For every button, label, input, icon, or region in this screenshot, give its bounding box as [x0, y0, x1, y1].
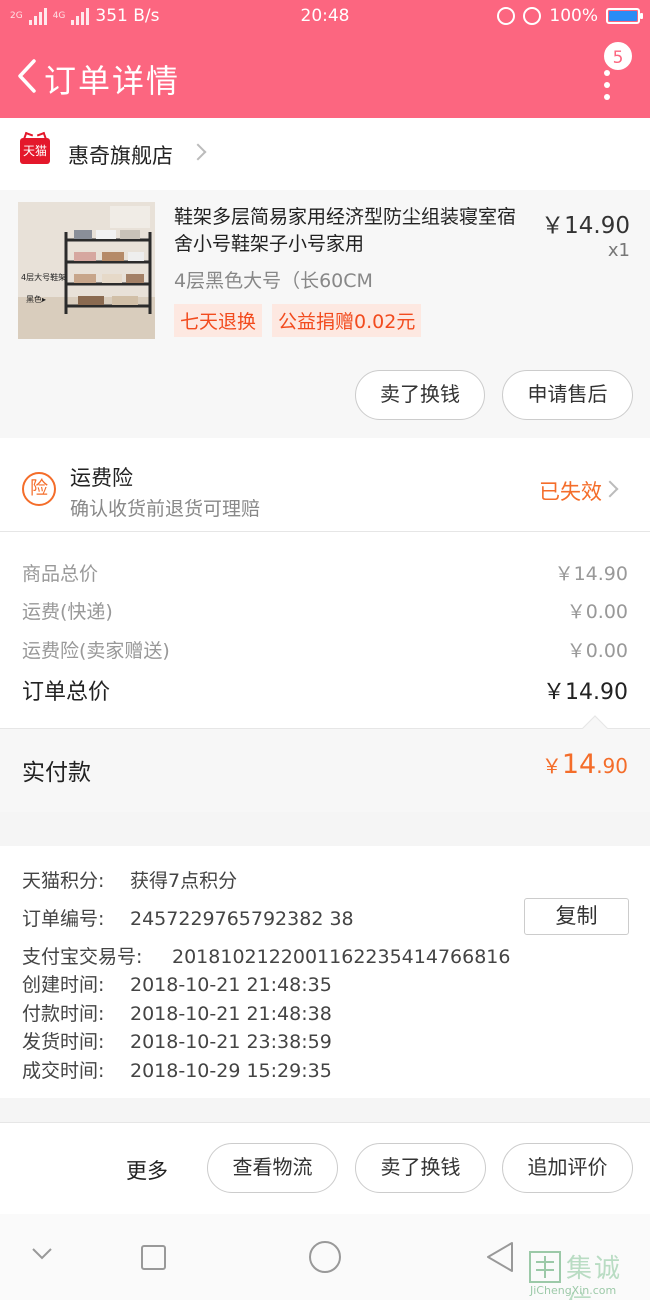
info-value: 获得7点积分: [130, 870, 238, 892]
summary-label: 商品总价: [22, 563, 99, 585]
summary-value: ￥0.00: [566, 640, 628, 662]
copy-button[interactable]: 复制: [524, 898, 629, 935]
info-value: 2018-10-21 21:48:38: [130, 1003, 332, 1025]
info-label: 天猫积分:: [22, 870, 105, 892]
currency-symbol: ￥: [541, 754, 562, 778]
info-label: 订单编号:: [22, 908, 105, 930]
amount-decimal: .90: [596, 754, 628, 778]
info-row-points: 天猫积分: 获得7点积分: [22, 866, 237, 893]
actual-payment-amount: ￥14.90: [542, 749, 628, 780]
tag-return-policy: 七天退换: [174, 304, 263, 337]
info-label: 创建时间:: [22, 974, 105, 996]
summary-row-shipping: 运费(快递) ￥0.00: [22, 597, 628, 624]
info-label: 成交时间:: [22, 1060, 105, 1082]
sell-for-cash-button[interactable]: 卖了换钱: [355, 370, 485, 420]
insurance-status: 已失效: [539, 480, 602, 504]
rotation-lock-icon: [497, 7, 516, 25]
shoe-rack-image: [18, 202, 155, 339]
home-icon[interactable]: [308, 1240, 342, 1274]
status-right: 100%: [497, 6, 643, 26]
notification-badge[interactable]: 5: [602, 40, 634, 72]
summary-row-insurance: 运费险(卖家赠送) ￥0.00: [22, 636, 628, 663]
store-name: 惠奇旗舰店: [68, 144, 173, 168]
info-value: 2018-10-29 15:29:35: [130, 1060, 332, 1082]
insurance-title: 运费险: [70, 466, 133, 490]
after-sales-button[interactable]: 申请售后: [502, 370, 633, 420]
recent-apps-icon[interactable]: [140, 1244, 167, 1271]
watermark-logo: [529, 1251, 561, 1283]
product-tags: 七天退换 公益捐赠0.02元: [174, 304, 422, 337]
store-row[interactable]: 天猫 惠奇旗舰店: [0, 118, 650, 190]
watermark: 集诚信 JiChengXin.com: [528, 1248, 644, 1300]
info-value: 2018102122001162235414766816: [172, 946, 511, 968]
info-row-shipped: 发货时间: 2018-10-21 23:38:59: [22, 1027, 332, 1054]
status-bar: 2G 4G 351 B/s 20:48 100%: [0, 0, 650, 34]
order-info: 天猫积分: 获得7点积分 订单编号: 2457229765792382 38 复制 …: [0, 846, 650, 1098]
info-row-paid: 付款时间: 2018-10-21 21:48:38: [22, 999, 332, 1026]
battery-percent: 100%: [549, 6, 598, 26]
thumbnail-caption: 4层大号鞋架: [21, 273, 67, 282]
alarm-clock-icon: [523, 7, 542, 25]
info-row-closed: 成交时间: 2018-10-29 15:29:35: [22, 1056, 332, 1083]
info-label: 支付宝交易号:: [22, 946, 143, 968]
product-price: ￥14.90: [541, 213, 630, 239]
info-row-alipay: 支付宝交易号: 2018102122001162235414766816: [22, 942, 510, 969]
price-summary: 商品总价 ￥14.90 运费(快递) ￥0.00 运费险(卖家赠送) ￥0.00…: [0, 532, 650, 728]
actual-payment-label: 实付款: [22, 760, 91, 786]
app-header: 2G 4G 351 B/s 20:48 100% 订单详情 5: [0, 0, 650, 118]
summary-label: 运费(快递): [22, 601, 113, 623]
order-total-label: 订单总价: [22, 680, 111, 705]
info-value: 2018-10-21 21:48:35: [130, 974, 332, 996]
page-title: 订单详情: [44, 62, 181, 100]
insurance-subtitle: 确认收货前退货可理赔: [70, 498, 261, 520]
info-row-created: 创建时间: 2018-10-21 21:48:35: [22, 970, 332, 997]
collapse-chevron-icon[interactable]: [30, 1246, 54, 1262]
chevron-right-icon: [189, 143, 207, 161]
product-sku: 4层黑色大号（长60CM: [174, 270, 373, 292]
summary-label: 运费险(卖家赠送): [22, 640, 170, 662]
tag-charity: 公益捐赠0.02元: [272, 304, 422, 337]
info-value: 2018-10-21 23:38:59: [130, 1031, 332, 1053]
more-menu-icon[interactable]: [600, 70, 614, 100]
product-title: 鞋架多层简易家用经济型防尘组装寝室宿舍小号鞋架子小号家用: [174, 206, 517, 255]
summary-row-goods: 商品总价 ￥14.90: [22, 559, 628, 586]
product-thumbnail: 4层大号鞋架 黑色▸: [18, 202, 155, 339]
tmall-logo: 天猫: [20, 138, 50, 164]
order-number-value: 2457229765792382 38: [130, 908, 354, 930]
bottom-action-bar: 更多 查看物流 卖了换钱 追加评价: [0, 1122, 650, 1214]
summary-value: ￥14.90: [554, 563, 628, 585]
info-row-order-number: 订单编号: 2457229765792382 38: [22, 904, 354, 931]
insurance-icon: 险: [22, 472, 56, 506]
view-logistics-button[interactable]: 查看物流: [207, 1143, 338, 1193]
amount-integer: 14: [561, 749, 597, 780]
thumbnail-caption: 黑色▸: [26, 295, 47, 304]
sell-for-cash-button[interactable]: 卖了换钱: [355, 1143, 486, 1193]
product-card[interactable]: 4层大号鞋架 黑色▸ 鞋架多层简易家用经济型防尘组装寝室宿舍小号鞋架子小号家用 …: [0, 190, 650, 438]
order-total-value: ￥14.90: [543, 680, 628, 705]
more-button[interactable]: 更多: [126, 1155, 168, 1185]
info-label: 付款时间:: [22, 1003, 105, 1025]
watermark-url: JiChengXin.com: [530, 1284, 617, 1297]
back-arrow-icon[interactable]: [12, 58, 44, 94]
summary-row-total: 订单总价 ￥14.90: [22, 674, 628, 706]
battery-level: [609, 11, 637, 21]
summary-value: ￥0.00: [566, 601, 628, 623]
info-label: 发货时间:: [22, 1031, 105, 1053]
chevron-right-icon: [601, 480, 619, 498]
shipping-insurance-row[interactable]: 险 运费险 确认收货前退货可理赔 已失效: [0, 438, 650, 532]
actual-payment-row: 实付款 ￥14.90: [0, 715, 650, 812]
product-quantity: x1: [607, 240, 630, 261]
add-review-button[interactable]: 追加评价: [502, 1143, 633, 1193]
back-triangle-icon[interactable]: [484, 1240, 516, 1274]
battery-icon: [606, 8, 643, 24]
